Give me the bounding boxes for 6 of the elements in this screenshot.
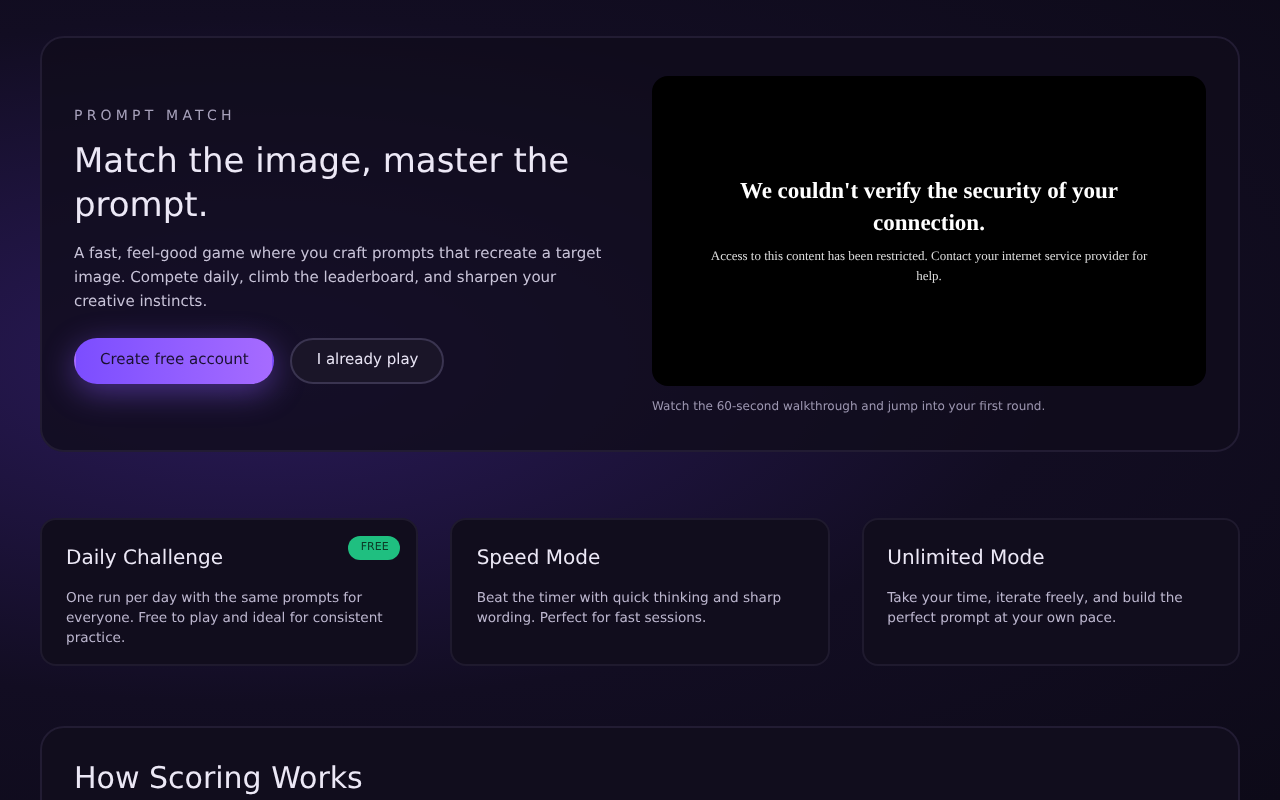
hero-title: Match the image, master the prompt. bbox=[74, 139, 572, 227]
scoring-title: How Scoring Works bbox=[74, 758, 365, 800]
mode-title: Unlimited Mode bbox=[887, 546, 1045, 574]
mode-title: Daily Challenge bbox=[66, 546, 223, 574]
embed-error-title: We couldn't verify the security of your connection. bbox=[737, 177, 1121, 239]
mode-title: Speed Mode bbox=[476, 546, 601, 574]
